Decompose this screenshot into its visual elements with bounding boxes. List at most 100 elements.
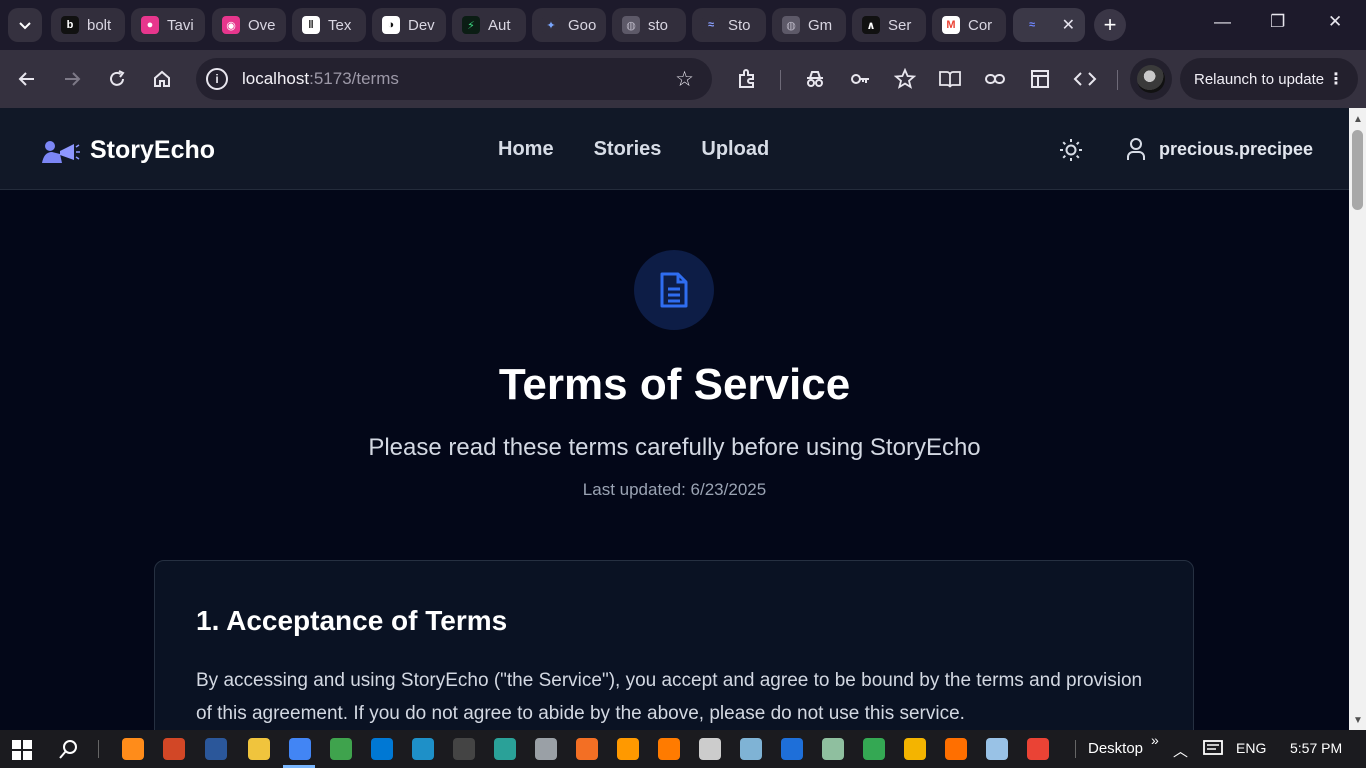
reload-icon [110, 70, 125, 86]
photos-icon[interactable] [822, 738, 844, 760]
scroll-up-icon[interactable]: ▲ [1353, 114, 1363, 125]
file-explorer-icon[interactable] [248, 738, 270, 760]
relaunch-button[interactable]: Relaunch to update ⋮ [1180, 58, 1358, 100]
powerpoint-icon[interactable] [163, 738, 185, 760]
git-icon[interactable] [494, 738, 516, 760]
tab-title: Tex [328, 16, 352, 34]
close-window-button[interactable]: ✕ [1328, 12, 1342, 32]
clock[interactable]: 5:57 PM [1290, 740, 1342, 756]
language-indicator[interactable]: ENG [1236, 740, 1266, 756]
database-icon[interactable] [535, 738, 557, 760]
desktop-toolbar-label[interactable]: Desktop [1088, 740, 1143, 757]
drive-icon[interactable] [904, 738, 926, 760]
start-button[interactable] [12, 740, 32, 765]
extensions-button[interactable] [734, 66, 760, 92]
chrome-profile-icon[interactable] [863, 738, 885, 760]
tab-active[interactable]: ≈ ✕ [1013, 8, 1085, 42]
brand-name: StoryEcho [90, 136, 216, 164]
postman-icon[interactable] [576, 738, 598, 760]
nav-home[interactable]: Home [498, 138, 554, 161]
favorites-button[interactable] [892, 66, 918, 92]
bookmark-star-icon[interactable]: ☆ [675, 67, 694, 92]
browser-tab[interactable]: ● Tavi [131, 8, 205, 42]
search-app-icon[interactable] [122, 738, 144, 760]
tab-favicon-icon: ◑ [382, 16, 400, 34]
notification-button[interactable] [1203, 740, 1223, 763]
teams-icon[interactable] [781, 738, 803, 760]
powershell-icon[interactable] [412, 738, 434, 760]
incognito-extension-button[interactable] [802, 66, 828, 92]
home-icon [154, 70, 170, 87]
taskbar-separator [98, 740, 99, 758]
story-echo-favicon: ≈ [1028, 19, 1036, 31]
xampp-icon[interactable] [617, 738, 639, 760]
vlc-icon[interactable] [658, 738, 680, 760]
scroll-thumb[interactable] [1352, 130, 1363, 210]
url-host: localhost [242, 69, 310, 88]
browser-tab[interactable]: ◍ sto [612, 8, 686, 42]
tab-search-button[interactable] [8, 8, 42, 42]
minimize-button[interactable]: — [1214, 12, 1231, 32]
nav-stories[interactable]: Stories [594, 138, 662, 161]
layout-button[interactable] [1027, 66, 1053, 92]
address-bar[interactable]: i localhost:5173/terms ☆ [196, 58, 712, 100]
tab-favicon-icon: ● [141, 16, 159, 34]
toolbar-separator [1117, 70, 1118, 90]
browser-tab[interactable]: b bolt [51, 8, 125, 42]
notes-icon[interactable] [986, 738, 1008, 760]
page-scrollbar[interactable]: ▲ ▼ [1349, 108, 1366, 730]
scroll-down-icon[interactable]: ▼ [1353, 715, 1363, 726]
terminal-icon[interactable] [453, 738, 475, 760]
last-updated: Last updated: 6/23/2025 [582, 480, 767, 499]
chrome-alt-icon[interactable] [1027, 738, 1049, 760]
reload-button[interactable] [104, 66, 130, 92]
tray-chevron-up-icon[interactable]: ︿ [1173, 740, 1188, 761]
new-tab-button[interactable]: + [1094, 9, 1126, 41]
reading-mode-button[interactable] [937, 66, 963, 92]
more-menu-icon[interactable]: ⋮ [1328, 69, 1344, 89]
maximize-button[interactable]: ❐ [1270, 12, 1285, 32]
copy-link-button[interactable] [982, 66, 1008, 92]
nav-upload[interactable]: Upload [701, 138, 769, 161]
back-button[interactable] [14, 66, 40, 92]
url-text[interactable]: localhost:5173/terms [242, 69, 399, 89]
browser-tab[interactable]: ≈ Sto [692, 8, 766, 42]
profile-button[interactable] [1130, 58, 1172, 100]
browser-tab[interactable]: ◉ Ove [212, 8, 286, 42]
document-icon [660, 272, 688, 308]
firefox-icon[interactable] [945, 738, 967, 760]
password-manager-button[interactable] [847, 66, 873, 92]
megaphone-logo-icon [42, 140, 80, 163]
theme-toggle-button[interactable] [1058, 137, 1084, 163]
info-icon[interactable]: i [206, 68, 228, 90]
toolbar-overflow-icon[interactable]: » [1151, 732, 1159, 748]
tab-favicon-icon: ∧ [862, 16, 880, 34]
chrome-icon[interactable] [289, 738, 311, 760]
browser-tab[interactable]: ⚡ Aut [452, 8, 526, 42]
browser-tab[interactable]: ✦ Goo [532, 8, 606, 42]
search-button[interactable] [57, 739, 79, 766]
vscode-icon[interactable] [371, 738, 393, 760]
message-icon [1203, 740, 1223, 755]
calculator-icon[interactable] [699, 738, 721, 760]
word-icon[interactable] [205, 738, 227, 760]
user-icon [1127, 138, 1145, 160]
forward-button[interactable] [59, 66, 85, 92]
home-button[interactable] [149, 66, 175, 92]
spreadsheet-icon[interactable] [330, 738, 352, 760]
devtools-button[interactable] [1072, 66, 1098, 92]
tab-title: Aut [488, 16, 511, 34]
search-icon [59, 740, 77, 759]
site-logo[interactable]: StoryEcho [40, 136, 215, 165]
tab-favicon-icon: ◍ [622, 16, 640, 34]
user-menu[interactable]: precious.precipee [1125, 137, 1313, 161]
browser-tab[interactable]: ◑ Dev [372, 8, 446, 42]
tab-favicon-icon: ✦ [542, 16, 560, 34]
tab-title: Ser [888, 16, 912, 34]
browser-tab[interactable]: ‖ Tex [292, 8, 366, 42]
browser-tab[interactable]: ∧ Ser [852, 8, 926, 42]
browser-tab[interactable]: M Cor [932, 8, 1006, 42]
close-tab-icon[interactable]: ✕ [1062, 15, 1075, 35]
notepad-icon[interactable] [740, 738, 762, 760]
browser-tab[interactable]: ◍ Gm [772, 8, 846, 42]
